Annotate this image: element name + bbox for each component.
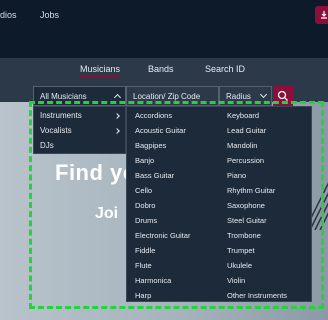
radius-select-value: Radius [226, 91, 251, 101]
chevron-down-icon [259, 90, 268, 99]
download-button[interactable] [315, 6, 328, 24]
chevron-up-icon [113, 93, 122, 102]
highlight-outline [29, 101, 324, 309]
nav-link-jobs[interactable]: Jobs [40, 10, 59, 20]
download-icon [321, 11, 327, 19]
category-select-value: All Musicians [40, 91, 87, 101]
location-placeholder: Location/ Zip Code [133, 91, 201, 101]
tab-bands[interactable]: Bands [148, 64, 174, 74]
top-navbar [0, 0, 328, 58]
tab-musicians[interactable]: Musicians [80, 64, 121, 77]
tab-search-id[interactable]: Search ID [205, 64, 245, 74]
nav-link-studios[interactable]: dios [0, 10, 17, 20]
